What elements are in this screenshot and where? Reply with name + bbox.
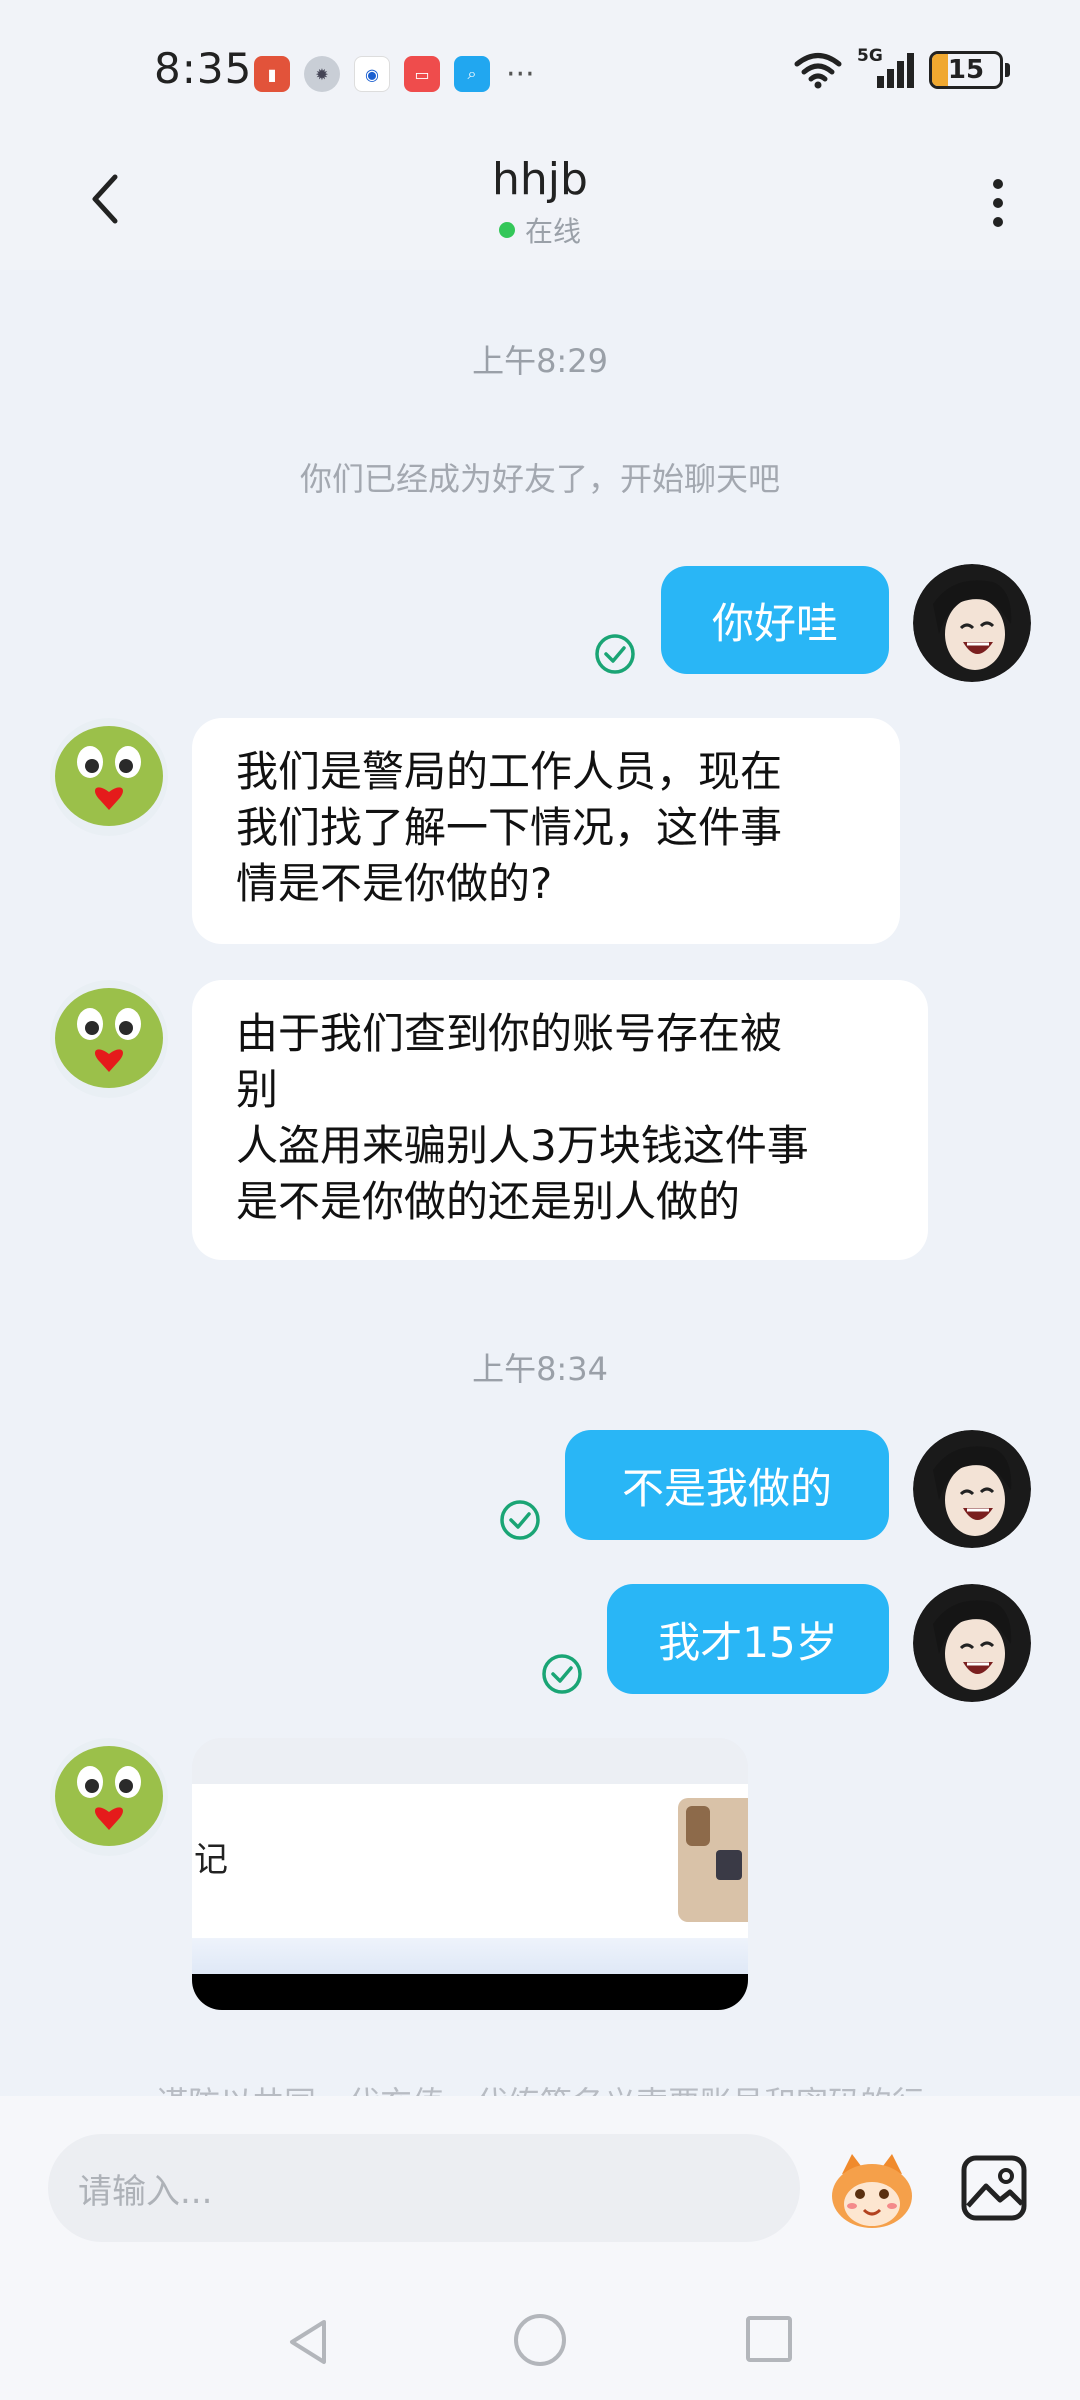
image-icon xyxy=(961,2155,1027,2221)
contact-avatar[interactable] xyxy=(50,718,168,836)
wifi-icon xyxy=(794,53,842,89)
timestamp: 上午8:29 xyxy=(472,342,608,380)
security-notice: 谨防以共同、代充值、代练等名义索要账号和密码的行 xyxy=(0,2078,1080,2096)
more-options-button[interactable] xyxy=(968,168,1028,238)
signal-icon: 5G xyxy=(857,46,915,90)
read-check-icon xyxy=(542,1654,582,1694)
image-text-fragment: 记 xyxy=(194,1840,228,1880)
message-input[interactable]: 请输入... xyxy=(48,2134,800,2242)
read-check-icon xyxy=(500,1500,540,1540)
image-picker-button[interactable] xyxy=(958,2152,1030,2224)
anime-face-avatar-icon xyxy=(913,1430,1031,1548)
online-status: 在线 xyxy=(0,210,1080,250)
timestamp: 上午8:34 xyxy=(472,1350,608,1388)
status-time: 8:35 xyxy=(154,44,253,93)
message-composer: 请输入... xyxy=(0,2096,1080,2280)
anime-face-avatar-icon xyxy=(913,1584,1031,1702)
nav-recents-icon[interactable] xyxy=(746,2316,792,2362)
emoji-button[interactable] xyxy=(828,2148,916,2232)
online-status-text: 在线 xyxy=(524,215,581,248)
app-notification-icon: ▮ xyxy=(254,56,290,92)
status-indicators: 5G 15 xyxy=(793,46,1010,90)
id-photo-thumbnail xyxy=(678,1798,748,1922)
bank-notification-icon: ◉ xyxy=(354,56,390,92)
outgoing-message[interactable]: 不是我做的 xyxy=(565,1430,889,1540)
incoming-message[interactable]: 我们是警局的工作人员，现在 我们找了解一下情况，这件事 情是不是你做的? xyxy=(192,718,900,944)
status-bar: 8:35 ▮ ✹ ◉ ▭ ⌕ ··· 5G 15 xyxy=(0,0,1080,140)
my-avatar[interactable] xyxy=(913,1430,1031,1548)
my-avatar[interactable] xyxy=(913,1584,1031,1702)
more-notifications-icon: ··· xyxy=(506,56,535,92)
contact-name: hhjb xyxy=(492,154,588,205)
contact-avatar[interactable] xyxy=(50,980,168,1098)
notification-icons: ▮ ✹ ◉ ▭ ⌕ ··· xyxy=(254,54,535,94)
system-message: 你们已经成为好友了，开始聊天吧 xyxy=(299,460,780,498)
shop-notification-icon: ▭ xyxy=(404,56,440,92)
battery-icon: 15 xyxy=(929,51,1003,89)
battery-level: 15 xyxy=(947,55,985,85)
green-frog-avatar-icon xyxy=(50,980,168,1098)
my-avatar[interactable] xyxy=(913,564,1031,682)
chat-area[interactable]: 上午8:29 你们已经成为好友了，开始聊天吧 你好哇 我们是警局的工作人员，现在 xyxy=(0,270,1080,2096)
outgoing-message[interactable]: 我才15岁 xyxy=(607,1584,889,1694)
emblem-notification-icon: ✹ xyxy=(304,56,340,92)
anime-face-avatar-icon xyxy=(913,564,1031,682)
monkey-emoji-icon xyxy=(832,2154,912,2228)
search-notification-icon: ⌕ xyxy=(454,56,490,92)
online-dot-icon xyxy=(498,222,515,238)
image-message[interactable]: 记 xyxy=(192,1738,748,2010)
chat-header: hhjb 在线 xyxy=(0,140,1080,270)
nav-back-icon[interactable] xyxy=(282,2316,334,2368)
input-placeholder: 请输入... xyxy=(78,2171,213,2212)
nav-home-icon[interactable] xyxy=(514,2314,566,2366)
outgoing-message[interactable]: 你好哇 xyxy=(661,566,889,674)
system-nav-bar xyxy=(0,2280,1080,2400)
read-check-icon xyxy=(595,634,635,674)
contact-avatar[interactable] xyxy=(50,1738,168,1856)
green-frog-avatar-icon xyxy=(50,718,168,836)
green-frog-avatar-icon xyxy=(50,1738,168,1856)
incoming-message[interactable]: 由于我们查到你的账号存在被 别 人盗用来骗别人3万块钱这件事 是不是你做的还是别… xyxy=(192,980,928,1260)
